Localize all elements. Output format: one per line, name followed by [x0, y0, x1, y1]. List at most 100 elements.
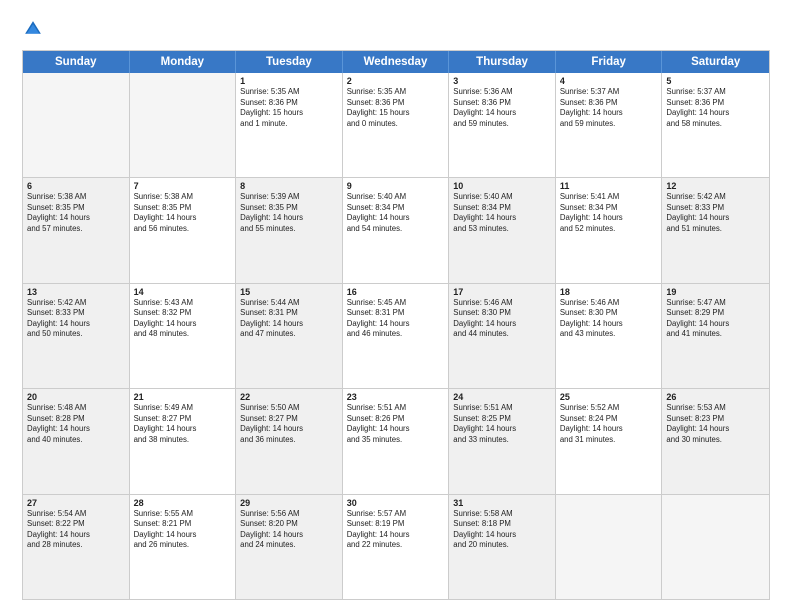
day-info: Sunrise: 5:53 AM Sunset: 8:23 PM Dayligh… — [666, 403, 765, 445]
calendar-cell: 23Sunrise: 5:51 AM Sunset: 8:26 PM Dayli… — [343, 389, 450, 493]
calendar-cell: 14Sunrise: 5:43 AM Sunset: 8:32 PM Dayli… — [130, 284, 237, 388]
day-info: Sunrise: 5:45 AM Sunset: 8:31 PM Dayligh… — [347, 298, 445, 340]
day-number: 27 — [27, 498, 125, 508]
calendar-cell: 31Sunrise: 5:58 AM Sunset: 8:18 PM Dayli… — [449, 495, 556, 599]
day-info: Sunrise: 5:36 AM Sunset: 8:36 PM Dayligh… — [453, 87, 551, 129]
day-number: 16 — [347, 287, 445, 297]
calendar-cell: 15Sunrise: 5:44 AM Sunset: 8:31 PM Dayli… — [236, 284, 343, 388]
weekday-header: Thursday — [449, 51, 556, 73]
day-info: Sunrise: 5:38 AM Sunset: 8:35 PM Dayligh… — [134, 192, 232, 234]
weekday-header: Tuesday — [236, 51, 343, 73]
day-number: 5 — [666, 76, 765, 86]
calendar-cell: 9Sunrise: 5:40 AM Sunset: 8:34 PM Daylig… — [343, 178, 450, 282]
calendar-row: 6Sunrise: 5:38 AM Sunset: 8:35 PM Daylig… — [23, 178, 769, 283]
day-info: Sunrise: 5:42 AM Sunset: 8:33 PM Dayligh… — [27, 298, 125, 340]
day-info: Sunrise: 5:37 AM Sunset: 8:36 PM Dayligh… — [560, 87, 658, 129]
day-info: Sunrise: 5:35 AM Sunset: 8:36 PM Dayligh… — [240, 87, 338, 129]
day-number: 12 — [666, 181, 765, 191]
day-number: 19 — [666, 287, 765, 297]
day-info: Sunrise: 5:49 AM Sunset: 8:27 PM Dayligh… — [134, 403, 232, 445]
day-number: 18 — [560, 287, 658, 297]
day-info: Sunrise: 5:57 AM Sunset: 8:19 PM Dayligh… — [347, 509, 445, 551]
calendar-cell: 21Sunrise: 5:49 AM Sunset: 8:27 PM Dayli… — [130, 389, 237, 493]
day-number: 26 — [666, 392, 765, 402]
day-info: Sunrise: 5:55 AM Sunset: 8:21 PM Dayligh… — [134, 509, 232, 551]
calendar-header: SundayMondayTuesdayWednesdayThursdayFrid… — [23, 51, 769, 73]
calendar-cell — [130, 73, 237, 177]
day-info: Sunrise: 5:58 AM Sunset: 8:18 PM Dayligh… — [453, 509, 551, 551]
day-number: 9 — [347, 181, 445, 191]
calendar-row: 27Sunrise: 5:54 AM Sunset: 8:22 PM Dayli… — [23, 495, 769, 599]
day-info: Sunrise: 5:54 AM Sunset: 8:22 PM Dayligh… — [27, 509, 125, 551]
day-number: 15 — [240, 287, 338, 297]
calendar-cell: 30Sunrise: 5:57 AM Sunset: 8:19 PM Dayli… — [343, 495, 450, 599]
calendar-row: 20Sunrise: 5:48 AM Sunset: 8:28 PM Dayli… — [23, 389, 769, 494]
calendar-cell: 29Sunrise: 5:56 AM Sunset: 8:20 PM Dayli… — [236, 495, 343, 599]
day-info: Sunrise: 5:50 AM Sunset: 8:27 PM Dayligh… — [240, 403, 338, 445]
weekday-header: Saturday — [662, 51, 769, 73]
logo-icon — [22, 18, 44, 40]
calendar-cell — [662, 495, 769, 599]
day-number: 31 — [453, 498, 551, 508]
day-number: 20 — [27, 392, 125, 402]
day-info: Sunrise: 5:38 AM Sunset: 8:35 PM Dayligh… — [27, 192, 125, 234]
calendar-cell: 2Sunrise: 5:35 AM Sunset: 8:36 PM Daylig… — [343, 73, 450, 177]
day-info: Sunrise: 5:40 AM Sunset: 8:34 PM Dayligh… — [347, 192, 445, 234]
header — [22, 18, 770, 40]
calendar-cell — [23, 73, 130, 177]
calendar-cell: 22Sunrise: 5:50 AM Sunset: 8:27 PM Dayli… — [236, 389, 343, 493]
calendar-cell: 28Sunrise: 5:55 AM Sunset: 8:21 PM Dayli… — [130, 495, 237, 599]
page: SundayMondayTuesdayWednesdayThursdayFrid… — [0, 0, 792, 612]
calendar-row: 1Sunrise: 5:35 AM Sunset: 8:36 PM Daylig… — [23, 73, 769, 178]
calendar-cell: 7Sunrise: 5:38 AM Sunset: 8:35 PM Daylig… — [130, 178, 237, 282]
logo — [22, 18, 48, 40]
calendar-cell: 11Sunrise: 5:41 AM Sunset: 8:34 PM Dayli… — [556, 178, 663, 282]
calendar-cell: 1Sunrise: 5:35 AM Sunset: 8:36 PM Daylig… — [236, 73, 343, 177]
day-info: Sunrise: 5:56 AM Sunset: 8:20 PM Dayligh… — [240, 509, 338, 551]
day-info: Sunrise: 5:51 AM Sunset: 8:25 PM Dayligh… — [453, 403, 551, 445]
day-number: 24 — [453, 392, 551, 402]
day-info: Sunrise: 5:43 AM Sunset: 8:32 PM Dayligh… — [134, 298, 232, 340]
calendar-cell: 19Sunrise: 5:47 AM Sunset: 8:29 PM Dayli… — [662, 284, 769, 388]
weekday-header: Monday — [130, 51, 237, 73]
day-info: Sunrise: 5:42 AM Sunset: 8:33 PM Dayligh… — [666, 192, 765, 234]
day-info: Sunrise: 5:52 AM Sunset: 8:24 PM Dayligh… — [560, 403, 658, 445]
calendar-cell: 16Sunrise: 5:45 AM Sunset: 8:31 PM Dayli… — [343, 284, 450, 388]
calendar-row: 13Sunrise: 5:42 AM Sunset: 8:33 PM Dayli… — [23, 284, 769, 389]
day-info: Sunrise: 5:35 AM Sunset: 8:36 PM Dayligh… — [347, 87, 445, 129]
day-number: 23 — [347, 392, 445, 402]
calendar-cell — [556, 495, 663, 599]
day-number: 21 — [134, 392, 232, 402]
day-info: Sunrise: 5:40 AM Sunset: 8:34 PM Dayligh… — [453, 192, 551, 234]
day-info: Sunrise: 5:48 AM Sunset: 8:28 PM Dayligh… — [27, 403, 125, 445]
day-info: Sunrise: 5:39 AM Sunset: 8:35 PM Dayligh… — [240, 192, 338, 234]
weekday-header: Friday — [556, 51, 663, 73]
calendar-cell: 27Sunrise: 5:54 AM Sunset: 8:22 PM Dayli… — [23, 495, 130, 599]
calendar-cell: 12Sunrise: 5:42 AM Sunset: 8:33 PM Dayli… — [662, 178, 769, 282]
day-info: Sunrise: 5:41 AM Sunset: 8:34 PM Dayligh… — [560, 192, 658, 234]
calendar-cell: 4Sunrise: 5:37 AM Sunset: 8:36 PM Daylig… — [556, 73, 663, 177]
day-number: 30 — [347, 498, 445, 508]
day-number: 3 — [453, 76, 551, 86]
day-number: 17 — [453, 287, 551, 297]
day-number: 2 — [347, 76, 445, 86]
calendar-cell: 13Sunrise: 5:42 AM Sunset: 8:33 PM Dayli… — [23, 284, 130, 388]
calendar-cell: 25Sunrise: 5:52 AM Sunset: 8:24 PM Dayli… — [556, 389, 663, 493]
day-info: Sunrise: 5:46 AM Sunset: 8:30 PM Dayligh… — [560, 298, 658, 340]
calendar-cell: 26Sunrise: 5:53 AM Sunset: 8:23 PM Dayli… — [662, 389, 769, 493]
day-number: 1 — [240, 76, 338, 86]
day-info: Sunrise: 5:47 AM Sunset: 8:29 PM Dayligh… — [666, 298, 765, 340]
calendar-cell: 24Sunrise: 5:51 AM Sunset: 8:25 PM Dayli… — [449, 389, 556, 493]
calendar-cell: 18Sunrise: 5:46 AM Sunset: 8:30 PM Dayli… — [556, 284, 663, 388]
day-number: 4 — [560, 76, 658, 86]
day-info: Sunrise: 5:51 AM Sunset: 8:26 PM Dayligh… — [347, 403, 445, 445]
day-number: 6 — [27, 181, 125, 191]
calendar-body: 1Sunrise: 5:35 AM Sunset: 8:36 PM Daylig… — [23, 73, 769, 599]
calendar-cell: 20Sunrise: 5:48 AM Sunset: 8:28 PM Dayli… — [23, 389, 130, 493]
calendar-cell: 8Sunrise: 5:39 AM Sunset: 8:35 PM Daylig… — [236, 178, 343, 282]
day-info: Sunrise: 5:44 AM Sunset: 8:31 PM Dayligh… — [240, 298, 338, 340]
day-number: 29 — [240, 498, 338, 508]
day-info: Sunrise: 5:37 AM Sunset: 8:36 PM Dayligh… — [666, 87, 765, 129]
day-number: 8 — [240, 181, 338, 191]
day-number: 13 — [27, 287, 125, 297]
